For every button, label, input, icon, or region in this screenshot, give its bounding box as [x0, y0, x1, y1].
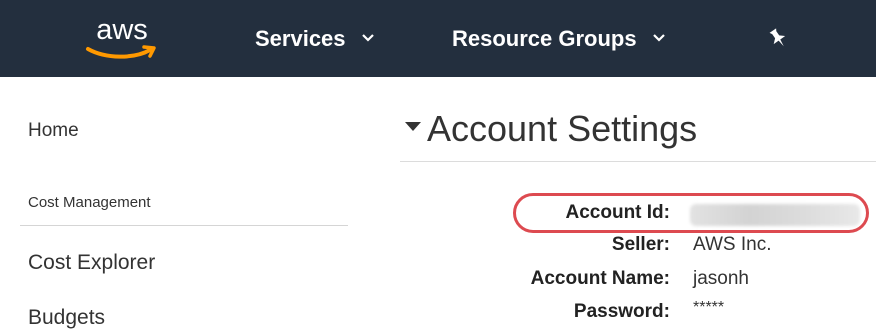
aws-logo-text: aws — [96, 14, 148, 46]
chevron-down-icon — [361, 34, 374, 42]
sidebar-item-budgets[interactable]: Budgets — [28, 306, 105, 329]
account-name-value: jasonh — [693, 268, 749, 289]
services-menu[interactable]: Services — [255, 0, 374, 77]
sidebar-divider — [20, 225, 348, 226]
page-title: Account Settings — [427, 108, 698, 149]
sidebar-item-cost-explorer[interactable]: Cost Explorer — [28, 251, 155, 275]
top-navigation-bar: aws Services Resource Groups — [0, 0, 876, 77]
title-divider — [400, 161, 876, 162]
pin-icon[interactable] — [767, 27, 789, 49]
services-label: Services — [255, 26, 346, 51]
aws-logo[interactable]: aws — [80, 14, 164, 66]
aws-smile-icon — [86, 45, 156, 59]
chevron-down-icon — [652, 34, 665, 42]
resource-groups-label: Resource Groups — [452, 26, 637, 51]
password-label: Password: — [573, 301, 670, 322]
resource-groups-menu[interactable]: Resource Groups — [452, 0, 665, 77]
account-id-value-redacted — [690, 204, 860, 226]
password-value: ***** — [693, 299, 725, 316]
seller-value: AWS Inc. — [693, 234, 772, 255]
account-name-label: Account Name: — [530, 268, 670, 289]
account-id-label: Account Id: — [565, 202, 671, 223]
account-settings-header[interactable]: Account Settings — [405, 108, 697, 150]
sidebar-section-heading: Cost Management — [28, 194, 151, 211]
sidebar-item-home[interactable]: Home — [28, 120, 79, 142]
aws-console-page: aws Services Resource Groups Home Cost M… — [0, 0, 876, 329]
seller-label: Seller: — [611, 234, 670, 255]
caret-down-icon — [405, 122, 421, 132]
